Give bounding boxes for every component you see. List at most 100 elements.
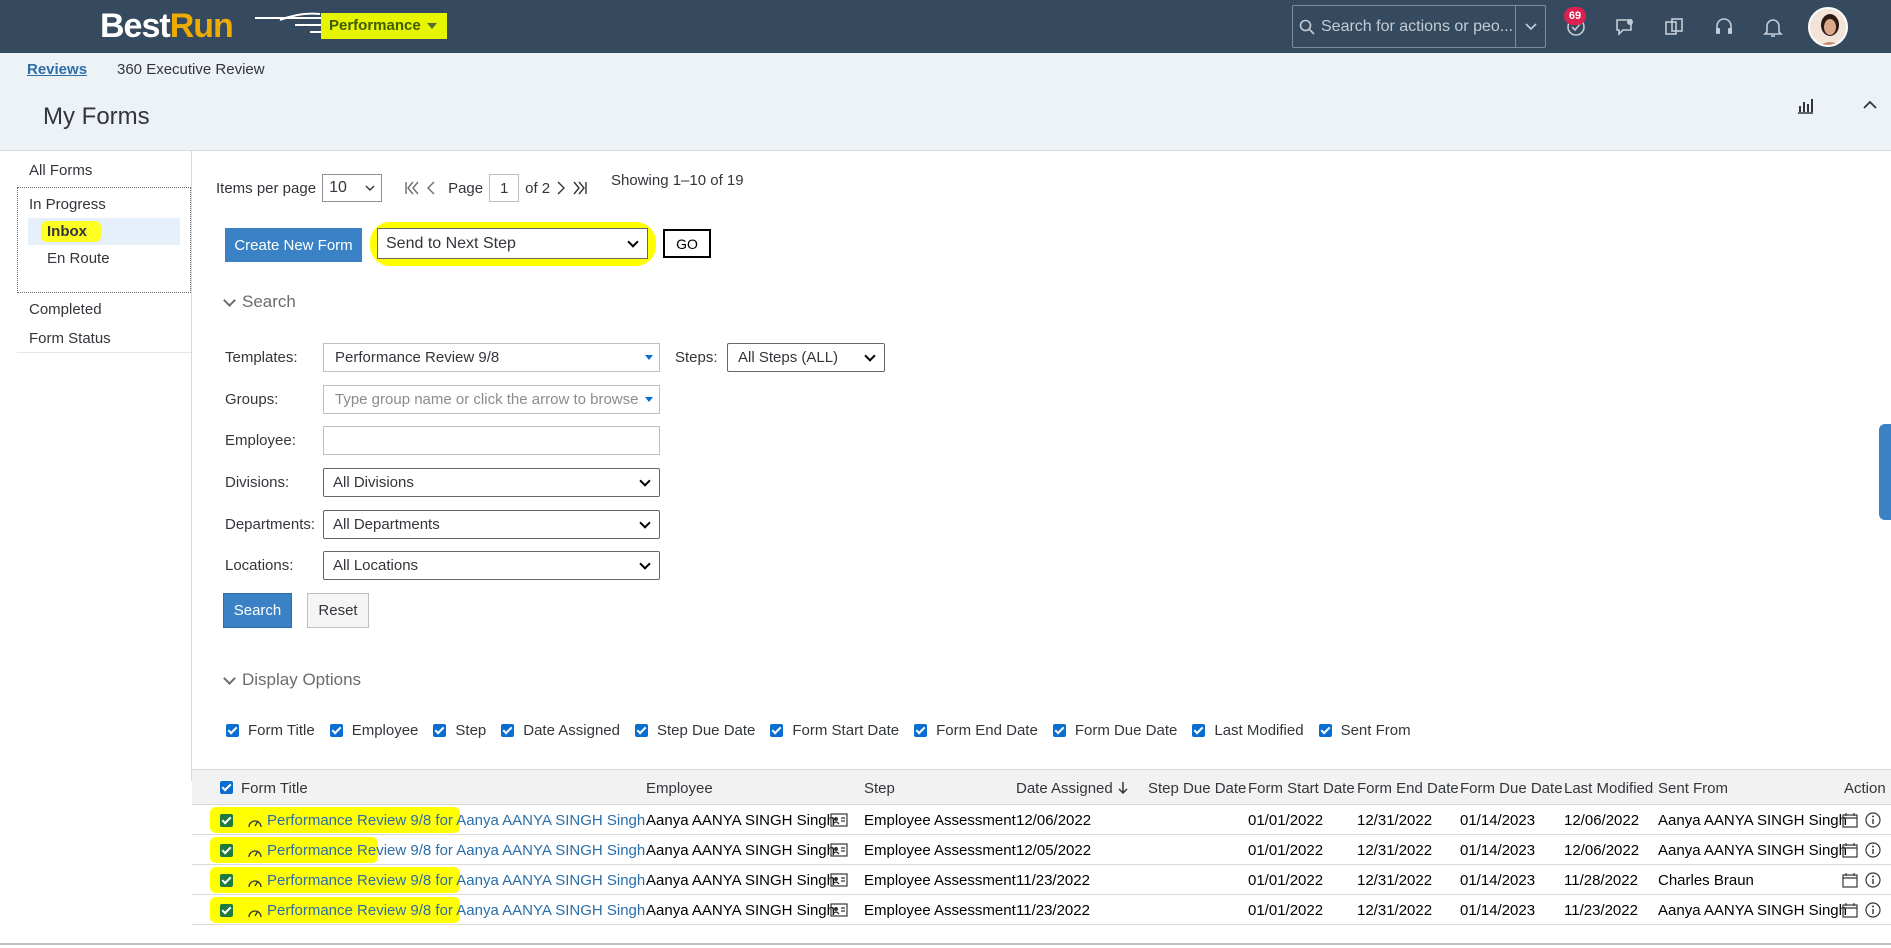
departments-select[interactable]: All Departments (323, 510, 660, 539)
calendar-icon[interactable] (1842, 872, 1858, 888)
col-step[interactable]: Step (864, 780, 895, 797)
employee-cell[interactable]: Aanya AANYA SINGH Singh (646, 842, 835, 859)
shell-search[interactable]: Search for actions or peo... (1292, 5, 1546, 48)
table-row[interactable]: Performance Review 9/8 for Aanya AANYA S… (192, 865, 1891, 895)
avatar[interactable] (1808, 7, 1848, 47)
table-row[interactable]: Performance Review 9/8 for Aanya AANYA S… (192, 805, 1891, 835)
bulk-action-select[interactable]: Send to Next Step (377, 228, 648, 259)
checkbox[interactable] (1052, 724, 1066, 737)
calendar-icon[interactable] (1842, 902, 1858, 918)
teams-icon[interactable] (1659, 12, 1689, 42)
groups-combo[interactable]: Type group name or click the arrow to br… (323, 385, 660, 414)
option-step[interactable]: Step (433, 722, 486, 739)
page-number-input[interactable]: 1 (489, 174, 520, 202)
next-page-icon[interactable] (556, 181, 566, 195)
bar-chart-icon[interactable] (1795, 95, 1815, 115)
checkbox[interactable] (226, 724, 239, 737)
last-page-icon[interactable] (572, 181, 588, 195)
option-form-due-date[interactable]: Form Due Date (1052, 722, 1177, 739)
option-form-title[interactable]: Form Title (226, 722, 315, 739)
option-date-assigned[interactable]: Date Assigned (501, 722, 620, 739)
nav-inbox[interactable]: Inbox (28, 218, 180, 245)
col-last-modified[interactable]: Last Modified (1564, 780, 1653, 797)
divisions-select[interactable]: All Divisions (323, 468, 660, 497)
display-options-toggle[interactable]: Display Options (223, 670, 361, 690)
nav-en-route[interactable]: En Route (28, 245, 180, 272)
row-checkbox[interactable] (220, 844, 233, 857)
checkbox[interactable] (914, 724, 928, 737)
col-form-title[interactable]: Form Title (241, 780, 308, 797)
form-title-link[interactable]: Performance Review 9/8 for Aanya AANYA S… (267, 872, 645, 889)
row-checkbox[interactable] (220, 904, 233, 917)
info-icon[interactable] (1865, 872, 1881, 888)
bell-icon[interactable] (1758, 12, 1788, 42)
sent-from-cell: Charles Braun (1658, 872, 1754, 889)
info-icon[interactable] (1865, 812, 1881, 828)
employee-card-icon[interactable] (830, 873, 848, 887)
col-employee[interactable]: Employee (646, 780, 713, 797)
option-form-end-date[interactable]: Form End Date (914, 722, 1038, 739)
employee-cell[interactable]: Aanya AANYA SINGH Singh (646, 902, 835, 919)
employee-cell[interactable]: Aanya AANYA SINGH Singh (646, 872, 835, 889)
previous-page-icon[interactable] (426, 181, 436, 195)
employee-card-icon[interactable] (830, 813, 848, 827)
col-form-start-date[interactable]: Form Start Date (1248, 780, 1355, 797)
info-icon[interactable] (1865, 842, 1881, 858)
create-new-form-button[interactable]: Create New Form (225, 228, 362, 262)
checkbox[interactable] (770, 724, 784, 737)
row-checkbox[interactable] (220, 814, 233, 827)
company-logo[interactable]: Best Run (100, 6, 370, 46)
headset-icon[interactable] (1709, 12, 1739, 42)
search-input[interactable]: Search for actions or peo... (1321, 18, 1515, 36)
form-title-link[interactable]: Performance Review 9/8 for Aanya AANYA S… (267, 842, 645, 859)
side-panel-tab[interactable] (1879, 424, 1891, 520)
search-button[interactable]: Search (223, 593, 292, 628)
option-last-modified[interactable]: Last Modified (1192, 722, 1304, 739)
option-employee[interactable]: Employee (329, 722, 418, 739)
checkbox[interactable] (329, 724, 343, 737)
locations-select[interactable]: All Locations (323, 551, 660, 580)
steps-select[interactable]: All Steps (ALL) (727, 343, 885, 372)
option-sent-from[interactable]: Sent From (1318, 722, 1411, 739)
option-step-due-date[interactable]: Step Due Date (634, 722, 755, 739)
checkbox[interactable] (1318, 724, 1332, 737)
col-step-due-date[interactable]: Step Due Date (1148, 780, 1246, 797)
module-switcher[interactable]: Performance (321, 13, 447, 39)
items-per-page-select[interactable]: 10 (322, 174, 383, 202)
col-form-due-date[interactable]: Form Due Date (1460, 780, 1563, 797)
select-all-checkbox[interactable] (220, 781, 233, 794)
nav-form-status[interactable]: Form Status (17, 324, 191, 353)
search-scope-dropdown[interactable] (1515, 6, 1545, 47)
calendar-icon[interactable] (1842, 842, 1858, 858)
first-page-icon[interactable] (404, 181, 420, 195)
nav-completed[interactable]: Completed (17, 295, 191, 324)
checkbox[interactable] (501, 724, 515, 737)
calendar-icon[interactable] (1842, 812, 1858, 828)
checkbox[interactable] (1192, 724, 1206, 737)
employee-card-icon[interactable] (830, 843, 848, 857)
employee-cell[interactable]: Aanya AANYA SINGH Singh (646, 812, 835, 829)
checkbox[interactable] (634, 724, 648, 737)
form-title-link[interactable]: Performance Review 9/8 for Aanya AANYA S… (267, 902, 645, 919)
option-form-start-date[interactable]: Form Start Date (770, 722, 899, 739)
form-title-link[interactable]: Performance Review 9/8 for Aanya AANYA S… (267, 812, 645, 829)
col-sent-from[interactable]: Sent From (1658, 780, 1728, 797)
search-section-toggle[interactable]: Search (223, 292, 296, 312)
nav-in-progress[interactable]: In Progress (28, 192, 180, 218)
go-button[interactable]: GO (663, 229, 711, 258)
col-date-assigned[interactable]: Date Assigned (1016, 780, 1129, 797)
feedback-icon[interactable] (1610, 12, 1640, 42)
reset-button[interactable]: Reset (307, 593, 369, 628)
nav-all-forms[interactable]: All Forms (17, 156, 191, 185)
collapse-header-icon[interactable] (1860, 95, 1880, 115)
table-row[interactable]: Performance Review 9/8 for Aanya AANYA S… (192, 835, 1891, 865)
info-icon[interactable] (1865, 902, 1881, 918)
col-form-end-date[interactable]: Form End Date (1357, 780, 1459, 797)
employee-card-icon[interactable] (830, 903, 848, 917)
row-checkbox[interactable] (220, 874, 233, 887)
templates-combo[interactable]: Performance Review 9/8 (323, 343, 660, 372)
employee-input[interactable] (323, 426, 660, 455)
checkbox[interactable] (433, 724, 447, 737)
breadcrumb-reviews-link[interactable]: Reviews (27, 61, 87, 78)
table-row[interactable]: Performance Review 9/8 for Aanya AANYA S… (192, 895, 1891, 925)
